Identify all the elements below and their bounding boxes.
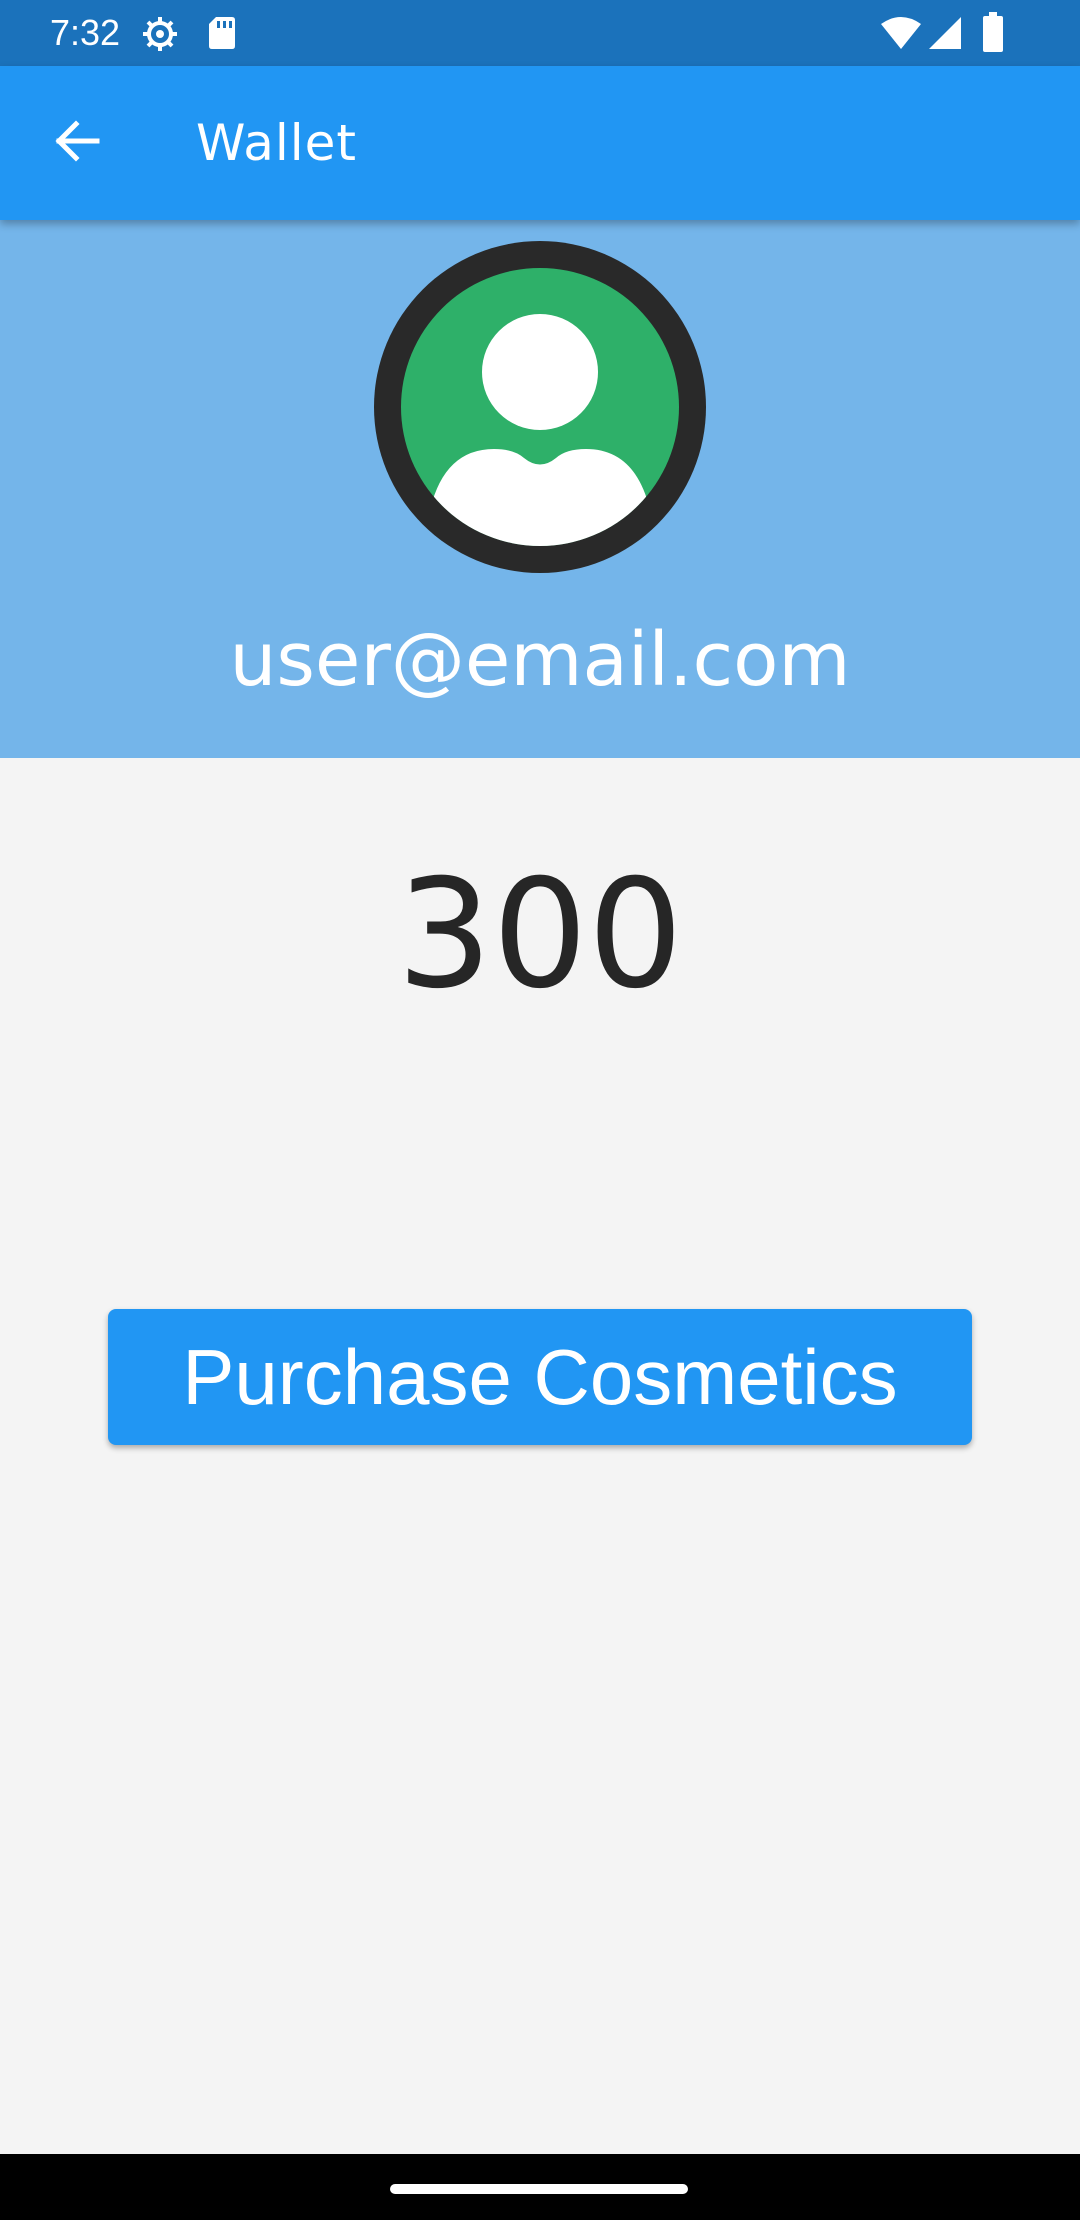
signal-icon bbox=[928, 16, 962, 54]
home-gesture-handle[interactable] bbox=[390, 2184, 688, 2194]
gear-icon bbox=[140, 14, 180, 58]
purchase-cosmetics-button[interactable]: Purchase Cosmetics bbox=[108, 1309, 972, 1445]
back-button[interactable] bbox=[30, 106, 124, 180]
battery-icon bbox=[982, 12, 1004, 56]
wifi-icon bbox=[880, 16, 922, 54]
user-avatar-icon bbox=[374, 241, 706, 573]
balance-value: 300 bbox=[396, 848, 684, 1022]
status-time: 7:32 bbox=[50, 12, 121, 53]
app-bar: Wallet bbox=[0, 66, 1080, 220]
arrow-back-icon bbox=[52, 116, 102, 170]
status-bar: 7:32 bbox=[0, 0, 1080, 66]
profile-header: user@email.com bbox=[0, 220, 1080, 758]
user-email: user@email.com bbox=[229, 617, 851, 703]
navigation-bar bbox=[0, 2154, 1080, 2220]
sd-card-icon bbox=[208, 16, 236, 54]
page-title: Wallet bbox=[196, 114, 358, 172]
